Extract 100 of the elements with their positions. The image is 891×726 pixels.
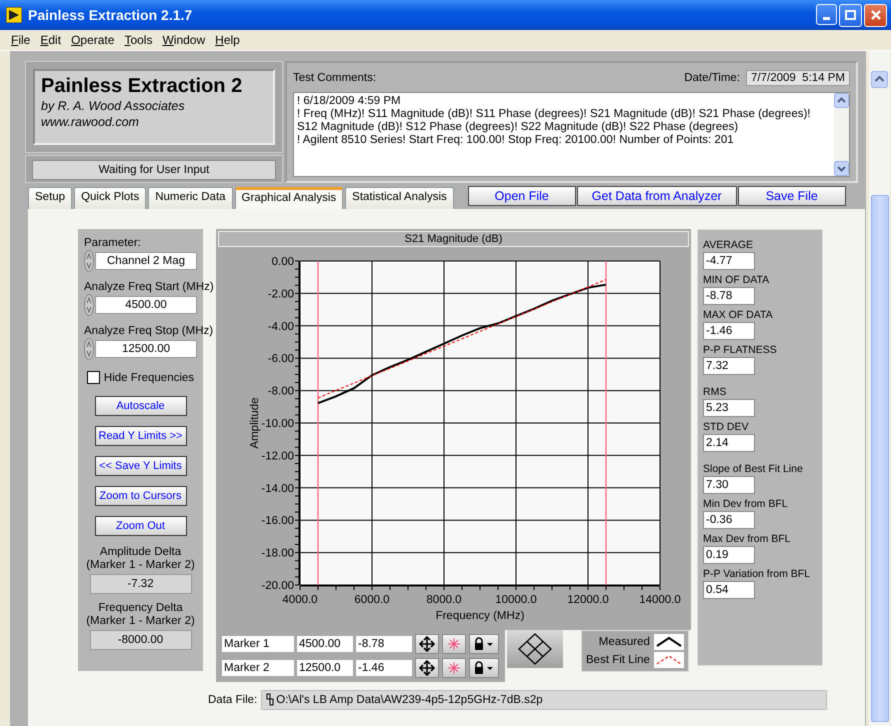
y-axis-title: Amplitude [249, 397, 261, 449]
x-tick-label: 14000.0 [639, 594, 681, 606]
move-icon [419, 636, 435, 652]
comment-line: ! Agilent 8510 Series! Start Freq: 100.00! Stop Freq: 20100.00! Number of Points: 201 [297, 134, 735, 147]
minimize-icon [823, 16, 830, 20]
menu-item[interactable]: File [6, 33, 36, 47]
value-field[interactable]: 12500.00 [95, 340, 197, 358]
lock-icon [473, 660, 495, 676]
marker-name-field[interactable]: Marker 2 [222, 660, 294, 676]
datetime-label: Date/Time: [684, 72, 740, 84]
menu-item[interactable]: Edit [35, 33, 66, 47]
tab[interactable]: Statistical Analysis [345, 187, 454, 209]
readout-value: -7.32 [90, 574, 192, 594]
stat-label: RMS [703, 385, 728, 399]
readout-label: Frequency Delta (Marker 1 - Marker 2) [86, 602, 195, 628]
marker-y-field[interactable]: -8.78 [356, 636, 412, 652]
comments-label: Test Comments: [293, 72, 378, 84]
stat-value: -4.77 [703, 252, 755, 270]
tab[interactable]: Numeric Data [148, 187, 233, 209]
panel-button[interactable]: Autoscale [94, 396, 186, 416]
panel-button[interactable]: Zoom Out [94, 516, 186, 536]
stat-value: 0.19 [703, 546, 755, 564]
y-tick-label: -16.00 [261, 515, 294, 528]
marker-x-field[interactable]: 4500.00 [297, 636, 353, 652]
panel-button[interactable]: Zoom to Cursors [94, 486, 186, 506]
control-label: Analyze Freq Start (MHz) [84, 281, 214, 293]
lock-icon [473, 636, 495, 652]
comments-field[interactable] [293, 92, 850, 177]
stat-value: -0.36 [703, 511, 755, 529]
legend-label: Measured [598, 636, 650, 648]
scrollbar[interactable] [834, 93, 849, 176]
stat-value: 7.30 [703, 476, 755, 494]
tab[interactable]: Setup [28, 187, 72, 209]
tab[interactable]: Quick Plots [74, 187, 146, 209]
logo-subtitle: by R. A. Wood Associates [41, 98, 186, 114]
spinner-icon[interactable] [84, 294, 94, 316]
stat-label: Min Dev from BFL [703, 497, 789, 511]
menu-item[interactable]: Tools [119, 33, 158, 47]
close-button[interactable] [864, 4, 887, 26]
move-cursor-button[interactable] [415, 658, 439, 678]
action-button[interactable]: Save File [738, 186, 846, 206]
scroll-up-icon [834, 93, 849, 108]
stat-value: 0.54 [703, 581, 755, 599]
marker-name-field[interactable]: Marker 1 [222, 636, 294, 652]
tab[interactable]: Graphical Analysis [234, 187, 344, 209]
logo-url: www.rawood.com [41, 114, 140, 130]
control-label: Parameter: [84, 237, 141, 249]
stat-label: Max Dev from BFL [703, 532, 792, 546]
move-icon [419, 660, 435, 676]
scrollbar-thumb[interactable] [870, 195, 888, 722]
checkbox-label: Hide Frequencies [104, 372, 194, 384]
datetime-value: 7/7/2009 5:14 PM [746, 70, 850, 86]
comment-line: ! 6/18/2009 4:59 PM [297, 95, 402, 108]
close-icon [870, 10, 880, 20]
crosshair-icon [446, 636, 462, 652]
spinner-icon[interactable] [84, 250, 94, 272]
minimize-button[interactable] [816, 4, 837, 24]
action-button[interactable]: Get Data from Analyzer [576, 186, 737, 206]
action-button[interactable]: Open File [468, 186, 576, 206]
value-field[interactable]: Channel 2 Mag [95, 252, 197, 270]
cursor-pad-button[interactable] [507, 630, 563, 668]
marker-y-field[interactable]: -1.46 [356, 660, 412, 676]
menu-item[interactable]: Window [157, 33, 210, 47]
y-tick-label: -14.00 [261, 482, 294, 495]
lock-button[interactable] [469, 634, 499, 654]
stat-value: 7.32 [703, 357, 755, 375]
legend-swatch [654, 652, 684, 668]
page-scrollbar[interactable] [869, 51, 890, 726]
control-label: Analyze Freq Stop (MHz) [84, 325, 214, 337]
stat-label: STD DEV [703, 420, 750, 434]
lock-button[interactable] [469, 658, 499, 678]
y-tick-label: -18.00 [261, 548, 294, 560]
scroll-up-icon [871, 71, 888, 88]
data-file-path: O:\Al's LB Amp Data\AW239-4p5-12p5GHz-7dB.s2p [276, 694, 543, 706]
move-cursor-button[interactable] [415, 634, 439, 654]
maximize-button[interactable] [839, 4, 862, 26]
checkbox[interactable] [86, 371, 100, 384]
stat-value: 5.23 [703, 399, 755, 417]
stat-value: 2.14 [703, 434, 755, 452]
stat-label: AVERAGE [703, 238, 754, 252]
panel-button[interactable]: Read Y Limits >> [94, 426, 186, 446]
value-field[interactable]: 4500.00 [95, 296, 197, 314]
menu-item[interactable]: Operate [66, 33, 120, 47]
cursor-line[interactable] [317, 261, 319, 585]
panel-button[interactable]: << Save Y Limits [94, 456, 186, 476]
y-tick-label: -12.00 [261, 450, 294, 462]
cursor-line[interactable] [605, 261, 607, 585]
x-tick-label: 8000.0 [426, 594, 462, 606]
data-file-field[interactable]: O:\Al's LB Amp Data\AW239-4p5-12p5GHz-7dB.s2p [261, 690, 828, 710]
maximize-icon [845, 10, 856, 20]
marker-x-field[interactable]: 12500.0 [297, 660, 353, 676]
spinner-icon[interactable] [84, 338, 94, 360]
data-file-label: Data File: [208, 694, 258, 706]
menu-item[interactable]: Help [210, 33, 245, 47]
y-tick-label: -4.00 [268, 320, 294, 333]
legend-label: Best Fit Line [586, 654, 650, 666]
stat-label: MAX OF DATA [703, 308, 774, 322]
readout-value: -8000.00 [90, 630, 192, 650]
chart-title: S21 Magnitude (dB) [218, 231, 689, 247]
readout-label: Amplitude Delta (Marker 1 - Marker 2) [86, 546, 195, 572]
